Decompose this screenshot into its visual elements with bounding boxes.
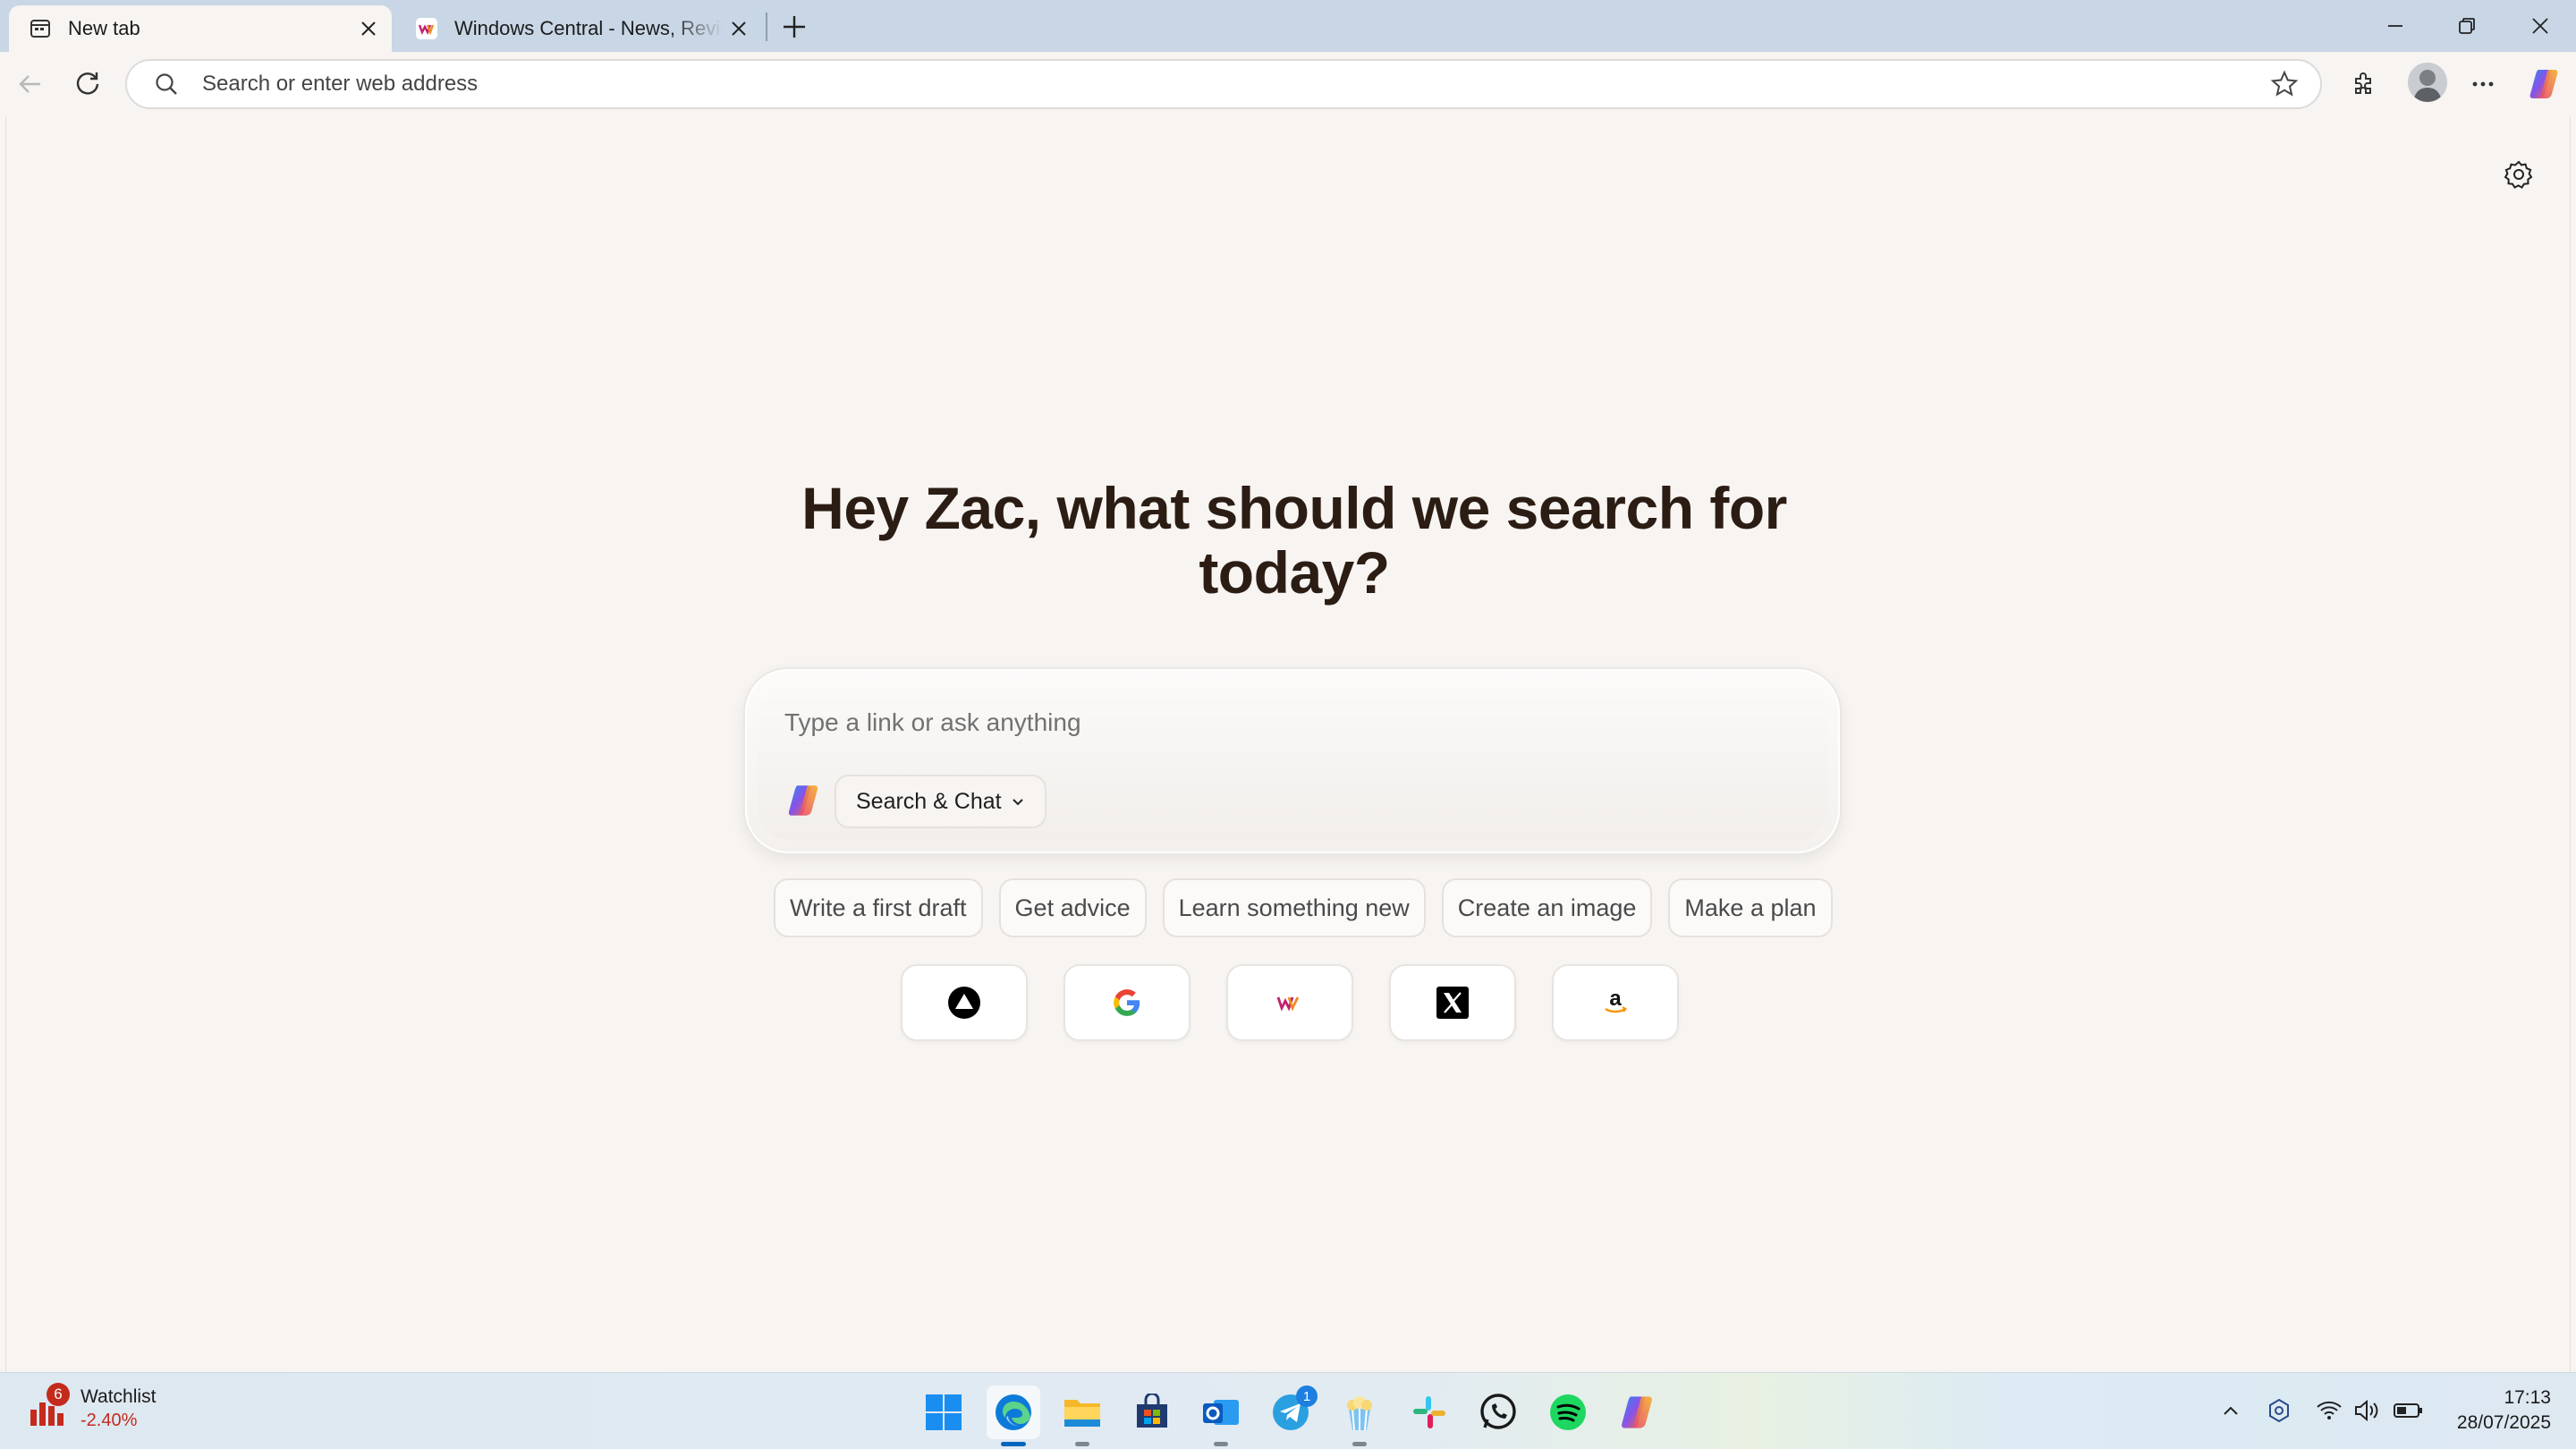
widget-title: Watchlist <box>80 1386 157 1407</box>
popcorn-icon <box>1347 1396 1372 1431</box>
new-tab-page: Hey Zac, what should we search for today… <box>5 116 2571 1372</box>
suggestion-chip[interactable]: Write a first draft <box>774 878 983 937</box>
new-tab-button[interactable] <box>775 7 814 47</box>
tab-divider <box>766 13 767 41</box>
shortcut-amazon[interactable]: a <box>1552 964 1679 1041</box>
restore-button[interactable] <box>2438 5 2496 47</box>
title-bar: New tab Windows Central - News, Reviews <box>0 0 2576 52</box>
minimize-button[interactable] <box>2367 5 2424 47</box>
address-input[interactable] <box>202 72 2268 97</box>
wifi-icon[interactable] <box>2311 1393 2347 1428</box>
refresh-button[interactable] <box>64 61 111 107</box>
shortcut-google[interactable] <box>1063 964 1191 1041</box>
clock-time: 17:13 <box>2504 1387 2551 1408</box>
slack-icon <box>1413 1396 1445 1428</box>
suggestion-chip[interactable]: Make a plan <box>1668 878 1833 937</box>
prompt-composer: Search & Chat <box>745 669 1840 853</box>
close-tab-icon[interactable] <box>723 13 755 45</box>
whatsapp-icon <box>1480 1394 1516 1429</box>
taskbar-spotify[interactable] <box>1541 1385 1595 1439</box>
taskbar-slack[interactable] <box>1402 1385 1456 1439</box>
taskbar-microsoft-store[interactable] <box>1125 1385 1179 1439</box>
close-window-button[interactable] <box>2512 5 2569 47</box>
windows-taskbar: 6 Watchlist -2.40% 1 17:13 28/07/2025 <box>0 1372 2576 1449</box>
edge-icon <box>996 1394 1031 1430</box>
taskbar-whatsapp[interactable] <box>1471 1385 1525 1439</box>
folder-icon <box>1064 1400 1100 1427</box>
mode-dropdown[interactable]: Search & Chat <box>835 775 1046 828</box>
notification-badge: 6 <box>47 1383 70 1406</box>
tab-new-tab[interactable]: New tab <box>9 5 392 52</box>
tab-title: Windows Central - News, Reviews <box>454 17 723 39</box>
suggestion-chip[interactable]: Learn something new <box>1162 878 1426 937</box>
tab-windows-central[interactable]: Windows Central - News, Reviews <box>395 5 762 52</box>
new-tab-icon <box>29 17 52 40</box>
x-logo-icon <box>1436 987 1469 1019</box>
taskbar-zoo-app[interactable] <box>1333 1385 1386 1446</box>
onedrive-copilot-tray-icon[interactable] <box>2261 1393 2297 1428</box>
taskbar-copilot[interactable] <box>1610 1385 1664 1439</box>
shortcut-x[interactable] <box>1389 964 1516 1041</box>
favorite-star-icon[interactable] <box>2268 68 2301 100</box>
browser-toolbar <box>0 52 2576 116</box>
windows-logo-icon <box>926 1394 962 1430</box>
mode-label: Search & Chat <box>856 788 1002 814</box>
taskbar-file-explorer[interactable] <box>1055 1385 1109 1446</box>
volume-icon[interactable] <box>2349 1393 2385 1428</box>
clock-date: 28/07/2025 <box>2456 1412 2551 1433</box>
watchlist-widget[interactable]: 6 Watchlist -2.40% <box>27 1383 157 1432</box>
system-clock[interactable]: 17:13 28/07/2025 <box>2440 1385 2551 1436</box>
suggestion-chips: Write a first draft Get advice Learn som… <box>774 878 1833 937</box>
copilot-icon[interactable] <box>2521 61 2567 107</box>
svg-text:a: a <box>1609 987 1622 1011</box>
amazon-logo-icon: a <box>1605 987 1628 1013</box>
notification-badge: 1 <box>1296 1385 1318 1407</box>
battery-icon[interactable] <box>2390 1393 2426 1428</box>
google-logo-icon <box>1114 989 1140 1016</box>
taskbar-telegram[interactable]: 1 <box>1264 1385 1318 1439</box>
search-icon <box>154 71 181 97</box>
vercel-logo-icon <box>948 987 980 1019</box>
more-options-button[interactable] <box>2460 61 2506 107</box>
shortcut-tiles: a <box>901 964 1679 1041</box>
tab-title: New tab <box>68 17 140 39</box>
page-title: Hey Zac, what should we search for today… <box>801 475 1787 606</box>
show-hidden-icons-chevron-up-icon[interactable] <box>2213 1393 2249 1428</box>
copilot-icon <box>1622 1396 1652 1428</box>
shortcut-vercel[interactable] <box>901 964 1028 1041</box>
start-button[interactable] <box>917 1385 970 1439</box>
copilot-icon <box>784 782 822 819</box>
widget-change: -2.40% <box>80 1411 138 1430</box>
prompt-input[interactable] <box>784 701 1768 744</box>
suggestion-chip[interactable]: Get advice <box>998 878 1147 937</box>
suggestion-chip[interactable]: Create an image <box>1441 878 1653 937</box>
profile-avatar[interactable] <box>2408 63 2447 102</box>
chevron-down-icon <box>1011 789 1025 815</box>
windows-central-logo-icon <box>1276 996 1300 1012</box>
close-tab-icon[interactable] <box>352 13 385 45</box>
address-bar[interactable] <box>125 59 2322 109</box>
taskbar-edge[interactable] <box>987 1385 1040 1446</box>
store-icon <box>1137 1394 1167 1428</box>
taskbar-outlook[interactable] <box>1194 1385 1248 1446</box>
outlook-icon <box>1203 1400 1239 1425</box>
stocks-chart-icon: 6 <box>27 1383 70 1429</box>
shortcut-windows-central[interactable] <box>1226 964 1353 1041</box>
extensions-button[interactable] <box>2340 61 2386 107</box>
page-settings-gear-icon[interactable] <box>2498 154 2539 195</box>
composer-inner: Search & Chat <box>758 682 1827 841</box>
windows-central-favicon-icon <box>415 17 438 40</box>
spotify-icon <box>1550 1394 1586 1430</box>
back-button[interactable] <box>7 61 54 107</box>
